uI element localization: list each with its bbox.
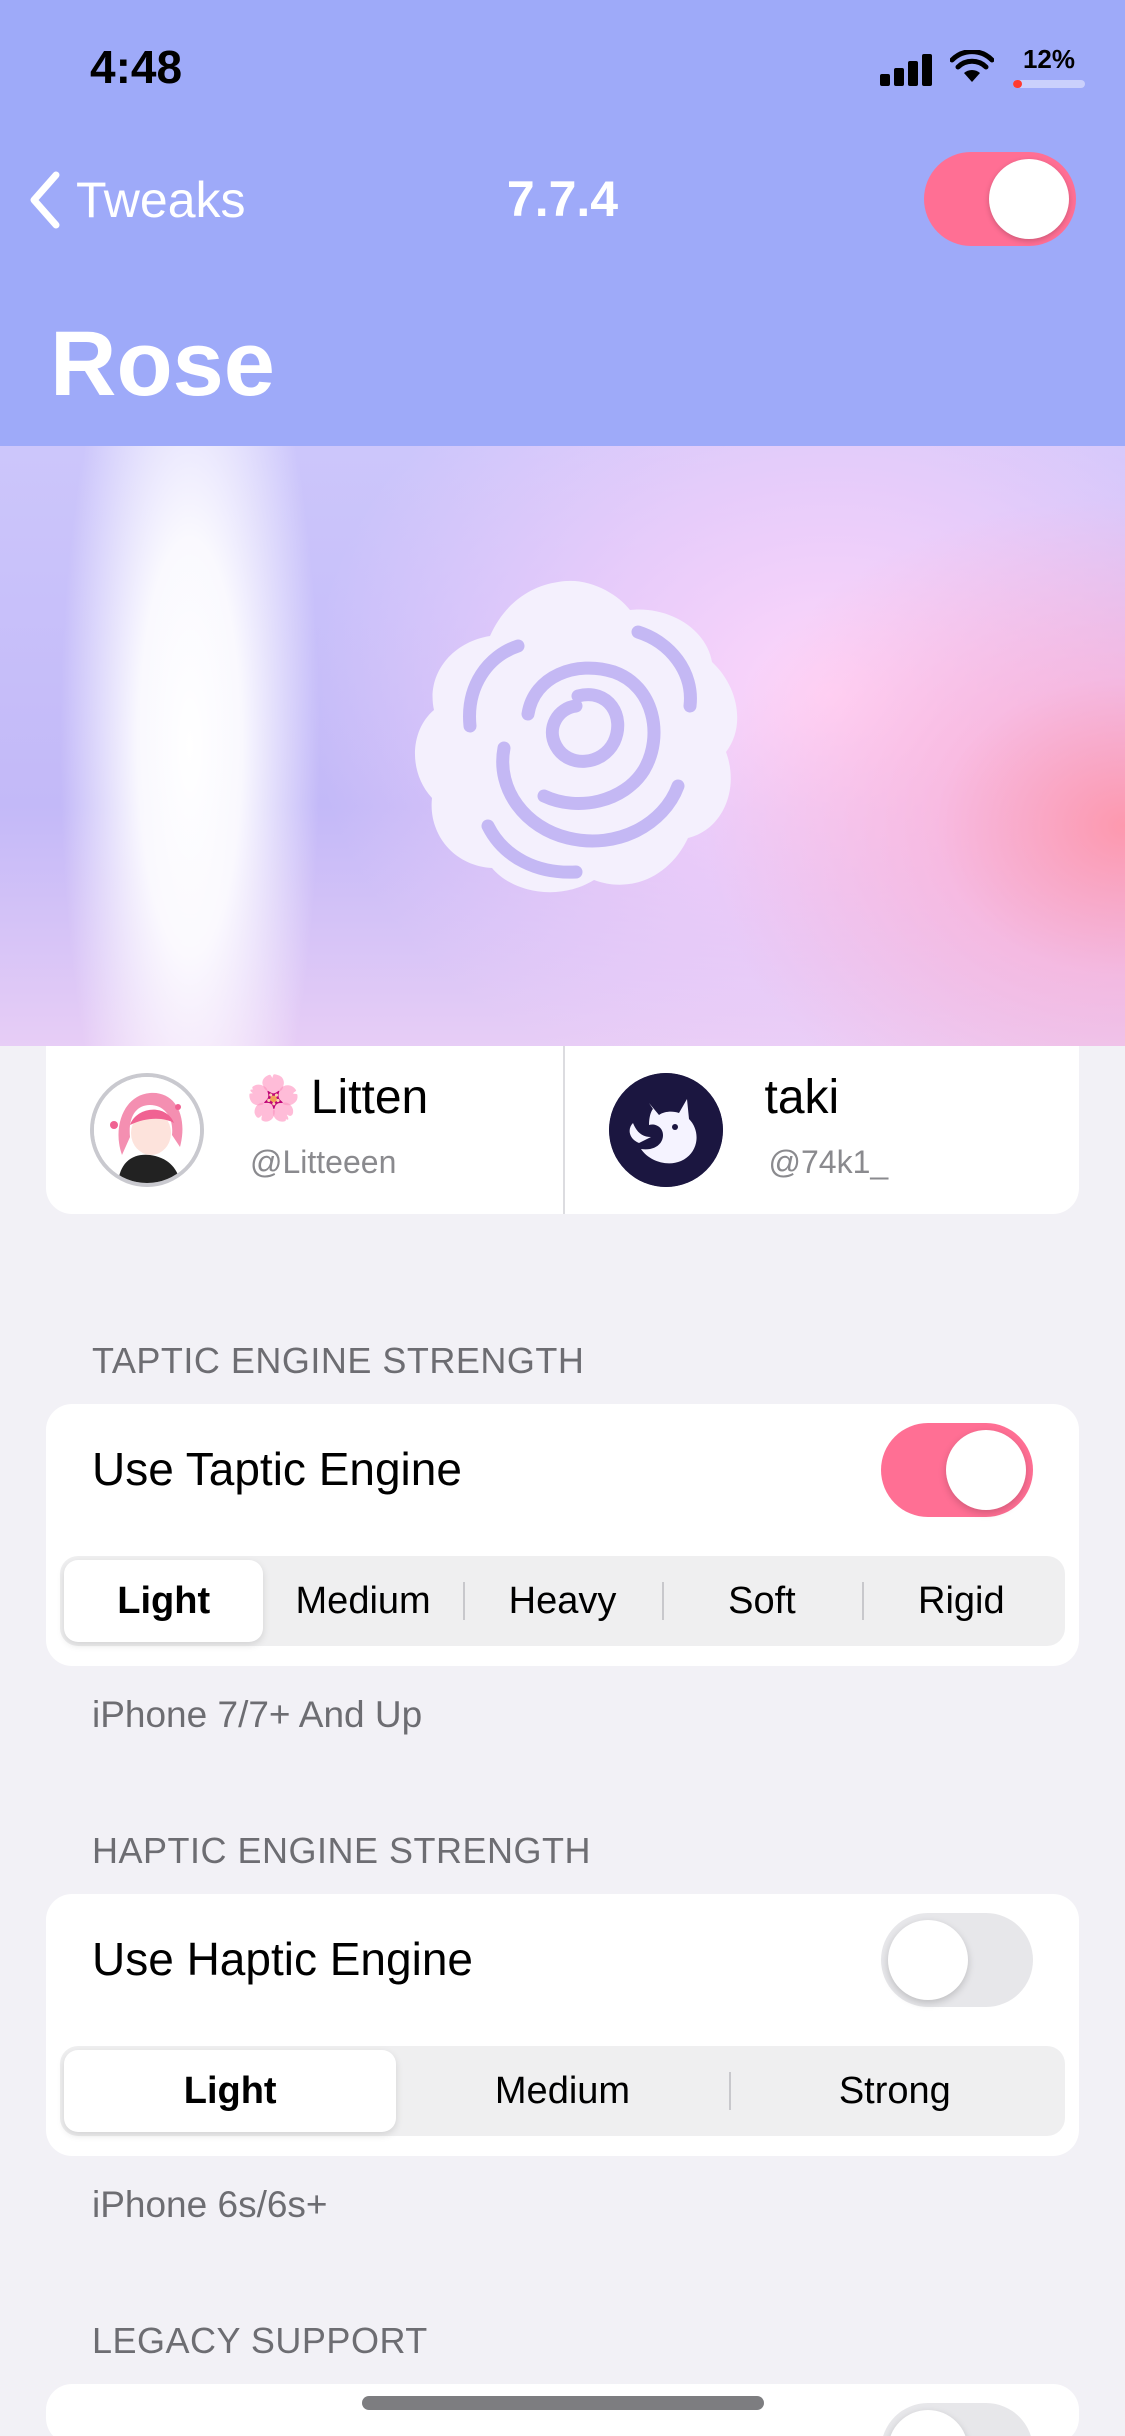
- credit-name-text: Litten: [310, 1071, 429, 1124]
- header-banner: [0, 446, 1125, 1046]
- page-title: Rose: [50, 313, 275, 415]
- signal-icon: [880, 52, 936, 86]
- switch-knob: [946, 1430, 1026, 1510]
- segment-light[interactable]: Light: [64, 2050, 397, 2132]
- cherry-blossom-icon: 🌸: [246, 1074, 301, 1123]
- segment-medium[interactable]: Medium: [396, 2050, 728, 2132]
- taptic-settings-card: Use Taptic Engine Light Medium Heavy Sof…: [46, 1404, 1079, 1666]
- status-time: 4:48: [90, 41, 183, 93]
- battery-level-fill: [1013, 80, 1022, 88]
- home-indicator: [362, 2396, 764, 2410]
- navigation-header: 4:48 12% Tweaks 7.7.4 Rose: [0, 0, 1125, 446]
- credits-card: 🌸 Litten @Litteeen taki @74k1_: [46, 1046, 1079, 1214]
- segment-light[interactable]: Light: [64, 1560, 264, 1642]
- taptic-engine-switch[interactable]: [881, 1423, 1033, 1517]
- section-header-haptic: HAPTIC ENGINE STRENGTH: [92, 1830, 592, 1871]
- credit-name: taki: [764, 1071, 840, 1124]
- avatar-taki-image: [608, 1073, 723, 1187]
- credit-handle: @74k1_: [768, 1144, 889, 1180]
- segment-soft[interactable]: Soft: [662, 1560, 861, 1642]
- legacy-engine-switch[interactable]: [881, 2403, 1033, 2436]
- section-header-legacy: LEGACY SUPPORT: [92, 2320, 428, 2361]
- switch-knob: [888, 1920, 968, 2000]
- haptic-engine-switch[interactable]: [881, 1913, 1033, 2007]
- battery-level-bar: [1013, 80, 1085, 88]
- segment-heavy[interactable]: Heavy: [462, 1560, 662, 1642]
- section-footer-haptic: iPhone 6s/6s+: [92, 2184, 328, 2225]
- avatar: [90, 1073, 204, 1187]
- haptic-settings-card: Use Haptic Engine Light Medium Strong: [46, 1894, 1079, 2156]
- avatar: [608, 1073, 723, 1187]
- legacy-settings-card: [46, 2384, 1079, 2436]
- section-header-taptic: TAPTIC ENGINE STRENGTH: [92, 1340, 585, 1381]
- haptic-strength-segmented-control: Light Medium Strong: [60, 2046, 1065, 2136]
- taptic-toggle-label: Use Taptic Engine: [92, 1443, 462, 1495]
- rose-icon: [414, 580, 738, 893]
- taptic-strength-segmented-control: Light Medium Heavy Soft Rigid: [60, 1556, 1065, 1646]
- avatar-litten-image: [94, 1077, 200, 1183]
- haptic-toggle-label: Use Haptic Engine: [92, 1933, 473, 1985]
- credit-litten[interactable]: 🌸 Litten @Litteeen: [46, 1046, 563, 1214]
- credit-taki[interactable]: taki @74k1_: [562, 1046, 1080, 1214]
- wifi-icon: [950, 50, 994, 82]
- battery-percent: 12%: [1022, 44, 1076, 74]
- switch-knob: [989, 159, 1069, 239]
- enable-tweak-switch[interactable]: [924, 152, 1076, 246]
- segment-medium[interactable]: Medium: [263, 1560, 462, 1642]
- switch-knob: [888, 2410, 968, 2436]
- credit-name: 🌸 Litten: [246, 1070, 428, 1125]
- segment-rigid[interactable]: Rigid: [861, 1560, 1061, 1642]
- segment-strong[interactable]: Strong: [728, 2050, 1061, 2132]
- section-footer-taptic: iPhone 7/7+ And Up: [92, 1694, 423, 1735]
- battery-icon: 12%: [1013, 44, 1085, 94]
- credit-handle: @Litteeen: [250, 1144, 397, 1180]
